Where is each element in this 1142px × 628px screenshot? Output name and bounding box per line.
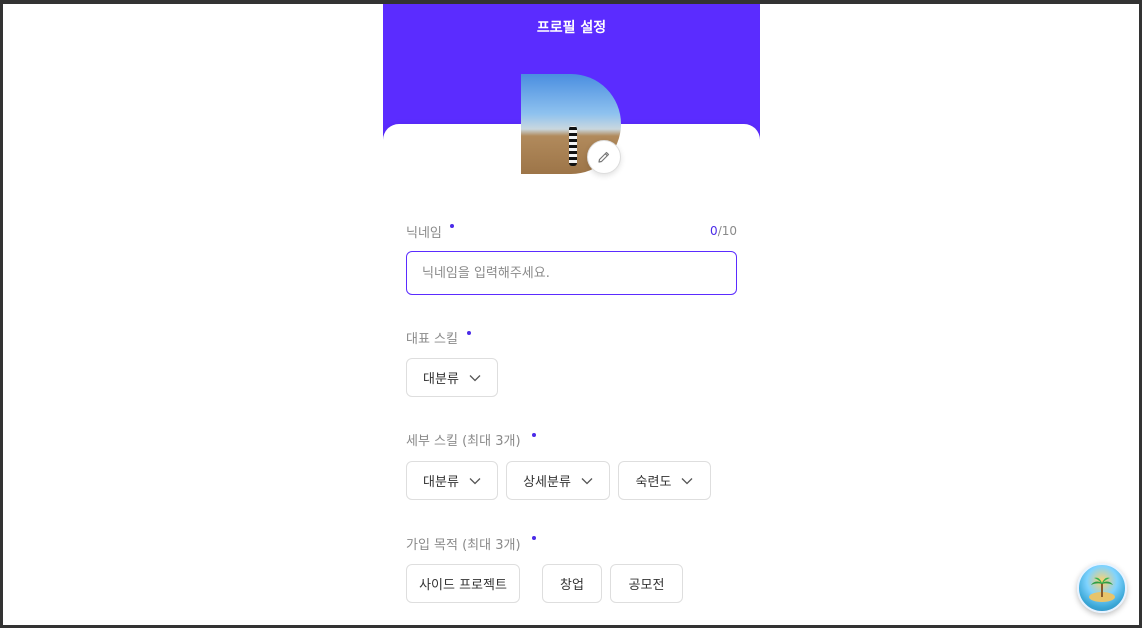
chevron-down-icon [469,374,481,381]
dropdown-label: 대분류 [423,372,459,387]
purpose-option-side-project[interactable]: 사이드 프로젝트 [406,564,520,603]
main-skill-category-dropdown[interactable]: 대분류 [406,358,498,397]
nickname-counter: 0/10 [710,224,737,238]
purpose-option-contest[interactable]: 공모전 [610,564,683,603]
floating-avatar-button[interactable] [1077,563,1127,613]
island-icon [1089,577,1115,602]
option-label: 사이드 프로젝트 [419,578,507,593]
detail-skill-label: 세부 스킬 (최대 3개) [406,434,521,449]
edit-avatar-button[interactable] [587,140,621,174]
required-dot [450,224,454,228]
profile-settings-panel: 프로필 설정 닉네임 0/10 대표 스킬 대분류 세부 스킬 (최대 3개) … [383,4,760,628]
detail-skill-proficiency-dropdown[interactable]: 숙련도 [618,461,711,500]
chevron-down-icon [469,477,481,484]
dropdown-label: 대분류 [423,475,459,490]
detail-skill-category-dropdown[interactable]: 대분류 [406,461,498,500]
detail-skill-subcategory-dropdown[interactable]: 상세분류 [506,461,610,500]
nickname-input[interactable] [406,251,737,295]
purpose-option-startup[interactable]: 창업 [542,564,602,603]
page-title: 프로필 설정 [536,20,607,36]
option-label: 공모전 [628,578,665,593]
nickname-count: 0 [710,224,718,238]
required-dot [532,433,536,437]
pencil-icon [598,151,610,163]
avatar-photo-subject [569,126,577,166]
purpose-label: 가입 목적 (최대 3개) [406,538,521,553]
nickname-label: 닉네임 [406,226,442,241]
chevron-down-icon [581,477,593,484]
required-dot [532,536,536,540]
nickname-max: /10 [717,224,737,238]
main-skill-label: 대표 스킬 [406,332,458,347]
dropdown-label: 숙련도 [635,475,672,490]
option-label: 창업 [560,578,584,593]
dropdown-label: 상세분류 [523,475,571,490]
chevron-down-icon [681,477,693,484]
required-dot [467,331,471,335]
